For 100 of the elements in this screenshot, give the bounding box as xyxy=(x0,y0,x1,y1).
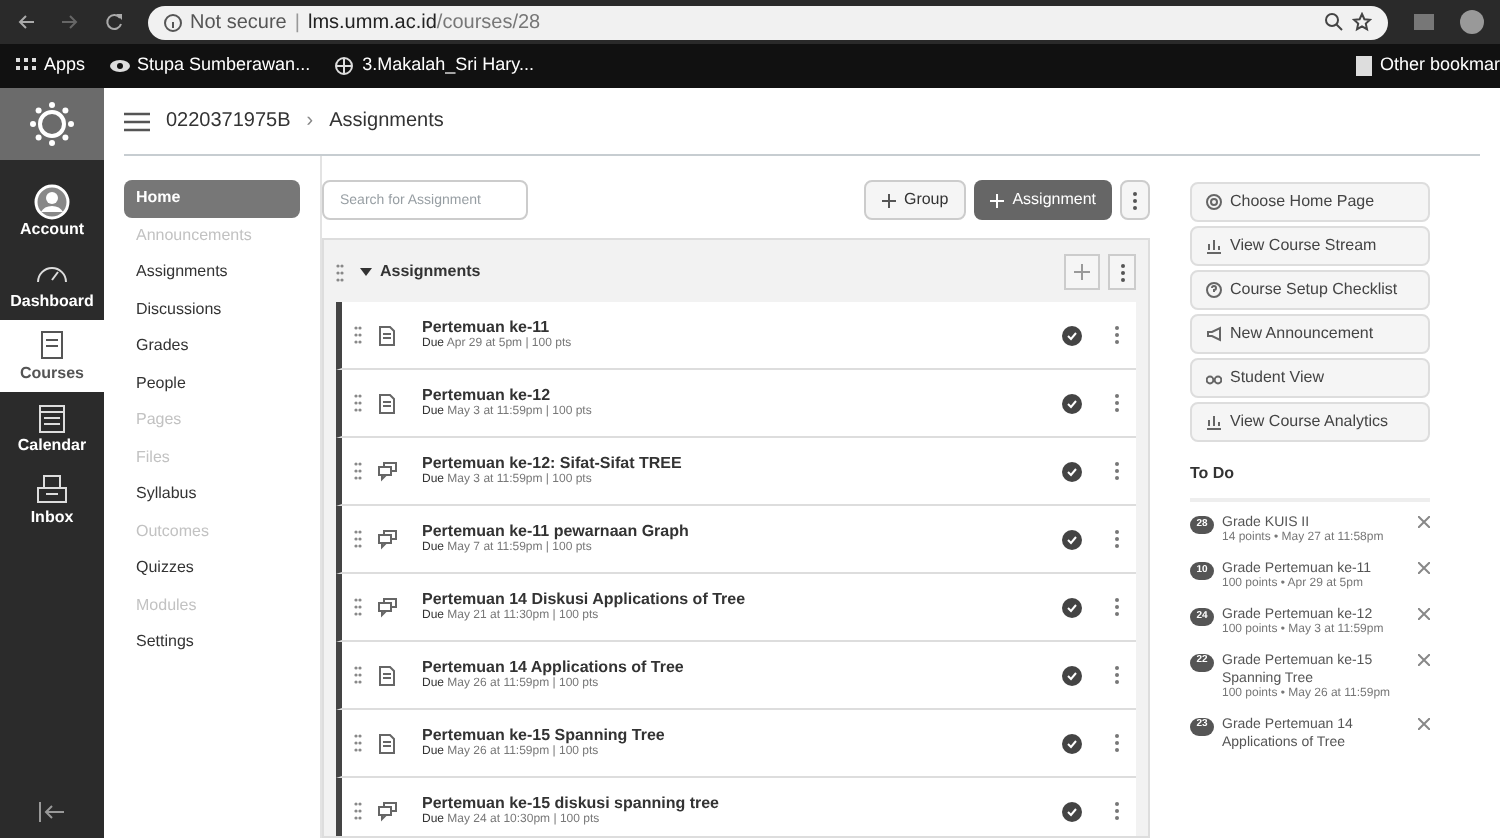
assignment-title[interactable]: Pertemuan ke-12 xyxy=(422,385,1046,406)
nav-item[interactable]: Calendar xyxy=(0,392,104,464)
published-icon[interactable] xyxy=(1062,325,1082,345)
assignment-title[interactable]: Pertemuan ke-15 diskusi spanning tree xyxy=(422,793,1046,814)
bookmark[interactable]: Stupa Sumberawan... xyxy=(109,52,311,80)
security-label: Not secure xyxy=(190,9,287,37)
kebab-icon xyxy=(1132,191,1138,209)
add-button[interactable] xyxy=(1064,254,1100,290)
sidebar-button[interactable]: Choose Home Page xyxy=(1190,182,1430,222)
drag-handle-icon xyxy=(354,666,362,684)
drag-handle-icon xyxy=(354,326,362,344)
assignment-title[interactable]: Pertemuan ke-12: Sifat-Sifat TREE xyxy=(422,453,1046,474)
grid-icon xyxy=(16,56,36,76)
published-icon[interactable] xyxy=(1062,665,1082,685)
bookmark[interactable]: Other bookmar xyxy=(1355,52,1500,80)
course-nav-link[interactable]: Discussions xyxy=(124,291,300,328)
assignment-title[interactable]: Pertemuan 14 Applications of Tree xyxy=(422,657,1046,678)
sidebar-button[interactable]: Course Setup Checklist xyxy=(1190,270,1430,310)
caret-icon[interactable] xyxy=(360,266,372,278)
assignment-title[interactable]: Pertemuan ke-11 xyxy=(422,317,1046,338)
breadcrumb-link[interactable]: 0220371975B xyxy=(166,106,291,136)
chart-icon xyxy=(1206,238,1222,254)
published-icon[interactable] xyxy=(1062,529,1082,549)
more-button[interactable] xyxy=(1108,254,1136,290)
inbox-icon xyxy=(34,472,70,508)
course-nav-link[interactable]: Home xyxy=(124,180,300,217)
drag-handle-icon xyxy=(354,530,362,548)
bookmark[interactable]: Apps xyxy=(16,52,86,80)
drag-handle-icon[interactable] xyxy=(336,263,344,281)
forward-icon[interactable] xyxy=(60,12,80,32)
url-text: lms.umm.ac.id/courses/28 xyxy=(307,9,541,37)
kebab-icon[interactable] xyxy=(1114,802,1120,820)
address-bar[interactable]: Not secure | lms.umm.ac.id/courses/28 xyxy=(148,5,1388,39)
document-icon xyxy=(378,325,398,345)
close-icon[interactable] xyxy=(1418,516,1430,528)
globe-icon xyxy=(334,56,355,76)
kebab-icon[interactable] xyxy=(1114,598,1120,616)
assignment-title[interactable]: Pertemuan ke-15 Spanning Tree xyxy=(422,725,1046,746)
nav-item[interactable]: Courses xyxy=(0,320,104,392)
chat-icon xyxy=(378,801,398,821)
kebab-icon[interactable] xyxy=(1114,394,1120,412)
bookmark[interactable]: 3.Makalah_Sri Hary... xyxy=(334,52,534,80)
sidebar-button[interactable]: View Course Stream xyxy=(1190,226,1430,266)
close-icon[interactable] xyxy=(1418,717,1430,730)
published-icon[interactable] xyxy=(1062,733,1082,753)
sidebar-button[interactable]: New Announcement xyxy=(1190,314,1430,354)
eye-icon xyxy=(109,56,130,76)
add-assignment-button[interactable]: Assignment xyxy=(974,180,1112,220)
course-nav-link[interactable]: People xyxy=(124,365,300,402)
zoom-icon[interactable] xyxy=(1324,12,1344,32)
calendar-icon xyxy=(34,400,70,436)
kebab-icon[interactable] xyxy=(1114,462,1120,480)
chat-icon xyxy=(378,461,398,481)
course-nav-link[interactable]: Quizzes xyxy=(124,550,300,587)
logo-icon[interactable] xyxy=(30,102,74,146)
back-icon[interactable] xyxy=(16,12,36,32)
course-nav-link[interactable]: Settings xyxy=(124,624,300,661)
more-button[interactable] xyxy=(1120,180,1150,220)
reload-icon[interactable] xyxy=(104,12,124,32)
nav-item[interactable]: Dashboard xyxy=(0,248,104,320)
nav-item[interactable]: Account xyxy=(0,176,104,248)
course-nav-link[interactable]: Syllabus xyxy=(124,476,300,513)
assignment-title[interactable]: Pertemuan 14 Diskusi Applications of Tree xyxy=(422,589,1046,610)
course-nav-link[interactable]: Grades xyxy=(124,328,300,365)
course-nav-link[interactable]: Assignments xyxy=(124,254,300,291)
kebab-icon[interactable] xyxy=(1114,734,1120,752)
kebab-icon[interactable] xyxy=(1114,666,1120,684)
document-icon xyxy=(378,665,398,685)
drag-handle-icon xyxy=(354,394,362,412)
close-icon[interactable] xyxy=(1418,607,1430,620)
glasses-icon xyxy=(1206,370,1222,386)
collapse-icon[interactable] xyxy=(38,802,66,822)
add-group-button[interactable]: Group xyxy=(863,180,967,220)
folder-icon xyxy=(1355,56,1372,76)
chat-icon xyxy=(378,529,398,549)
kebab-icon[interactable] xyxy=(1114,530,1120,548)
kebab-icon[interactable] xyxy=(1114,326,1120,344)
assignment-title[interactable]: Pertemuan ke-11 pewarnaan Graph xyxy=(422,521,1046,542)
published-icon[interactable] xyxy=(1062,597,1082,617)
target-icon xyxy=(1206,194,1222,210)
sidebar-button[interactable]: View Course Analytics xyxy=(1190,402,1430,442)
close-icon[interactable] xyxy=(1418,561,1430,574)
todo-heading: To Do xyxy=(1190,462,1430,502)
plus-icon xyxy=(881,193,896,207)
nav-item[interactable]: Inbox xyxy=(0,464,104,536)
megaphone-icon xyxy=(1206,326,1222,342)
menu-icon[interactable] xyxy=(124,111,150,131)
drag-handle-icon xyxy=(354,598,362,616)
star-icon[interactable] xyxy=(1352,12,1372,32)
info-icon xyxy=(164,13,182,31)
plus-icon xyxy=(990,193,1005,207)
avatar-icon[interactable] xyxy=(1460,10,1484,34)
close-icon[interactable] xyxy=(1418,653,1430,666)
chat-icon xyxy=(378,597,398,617)
sidebar-button[interactable]: Student View xyxy=(1190,358,1430,398)
account-icon xyxy=(34,184,70,220)
chart-icon xyxy=(1206,414,1222,430)
published-icon[interactable] xyxy=(1062,393,1082,413)
published-icon[interactable] xyxy=(1062,801,1082,821)
published-icon[interactable] xyxy=(1062,461,1082,481)
